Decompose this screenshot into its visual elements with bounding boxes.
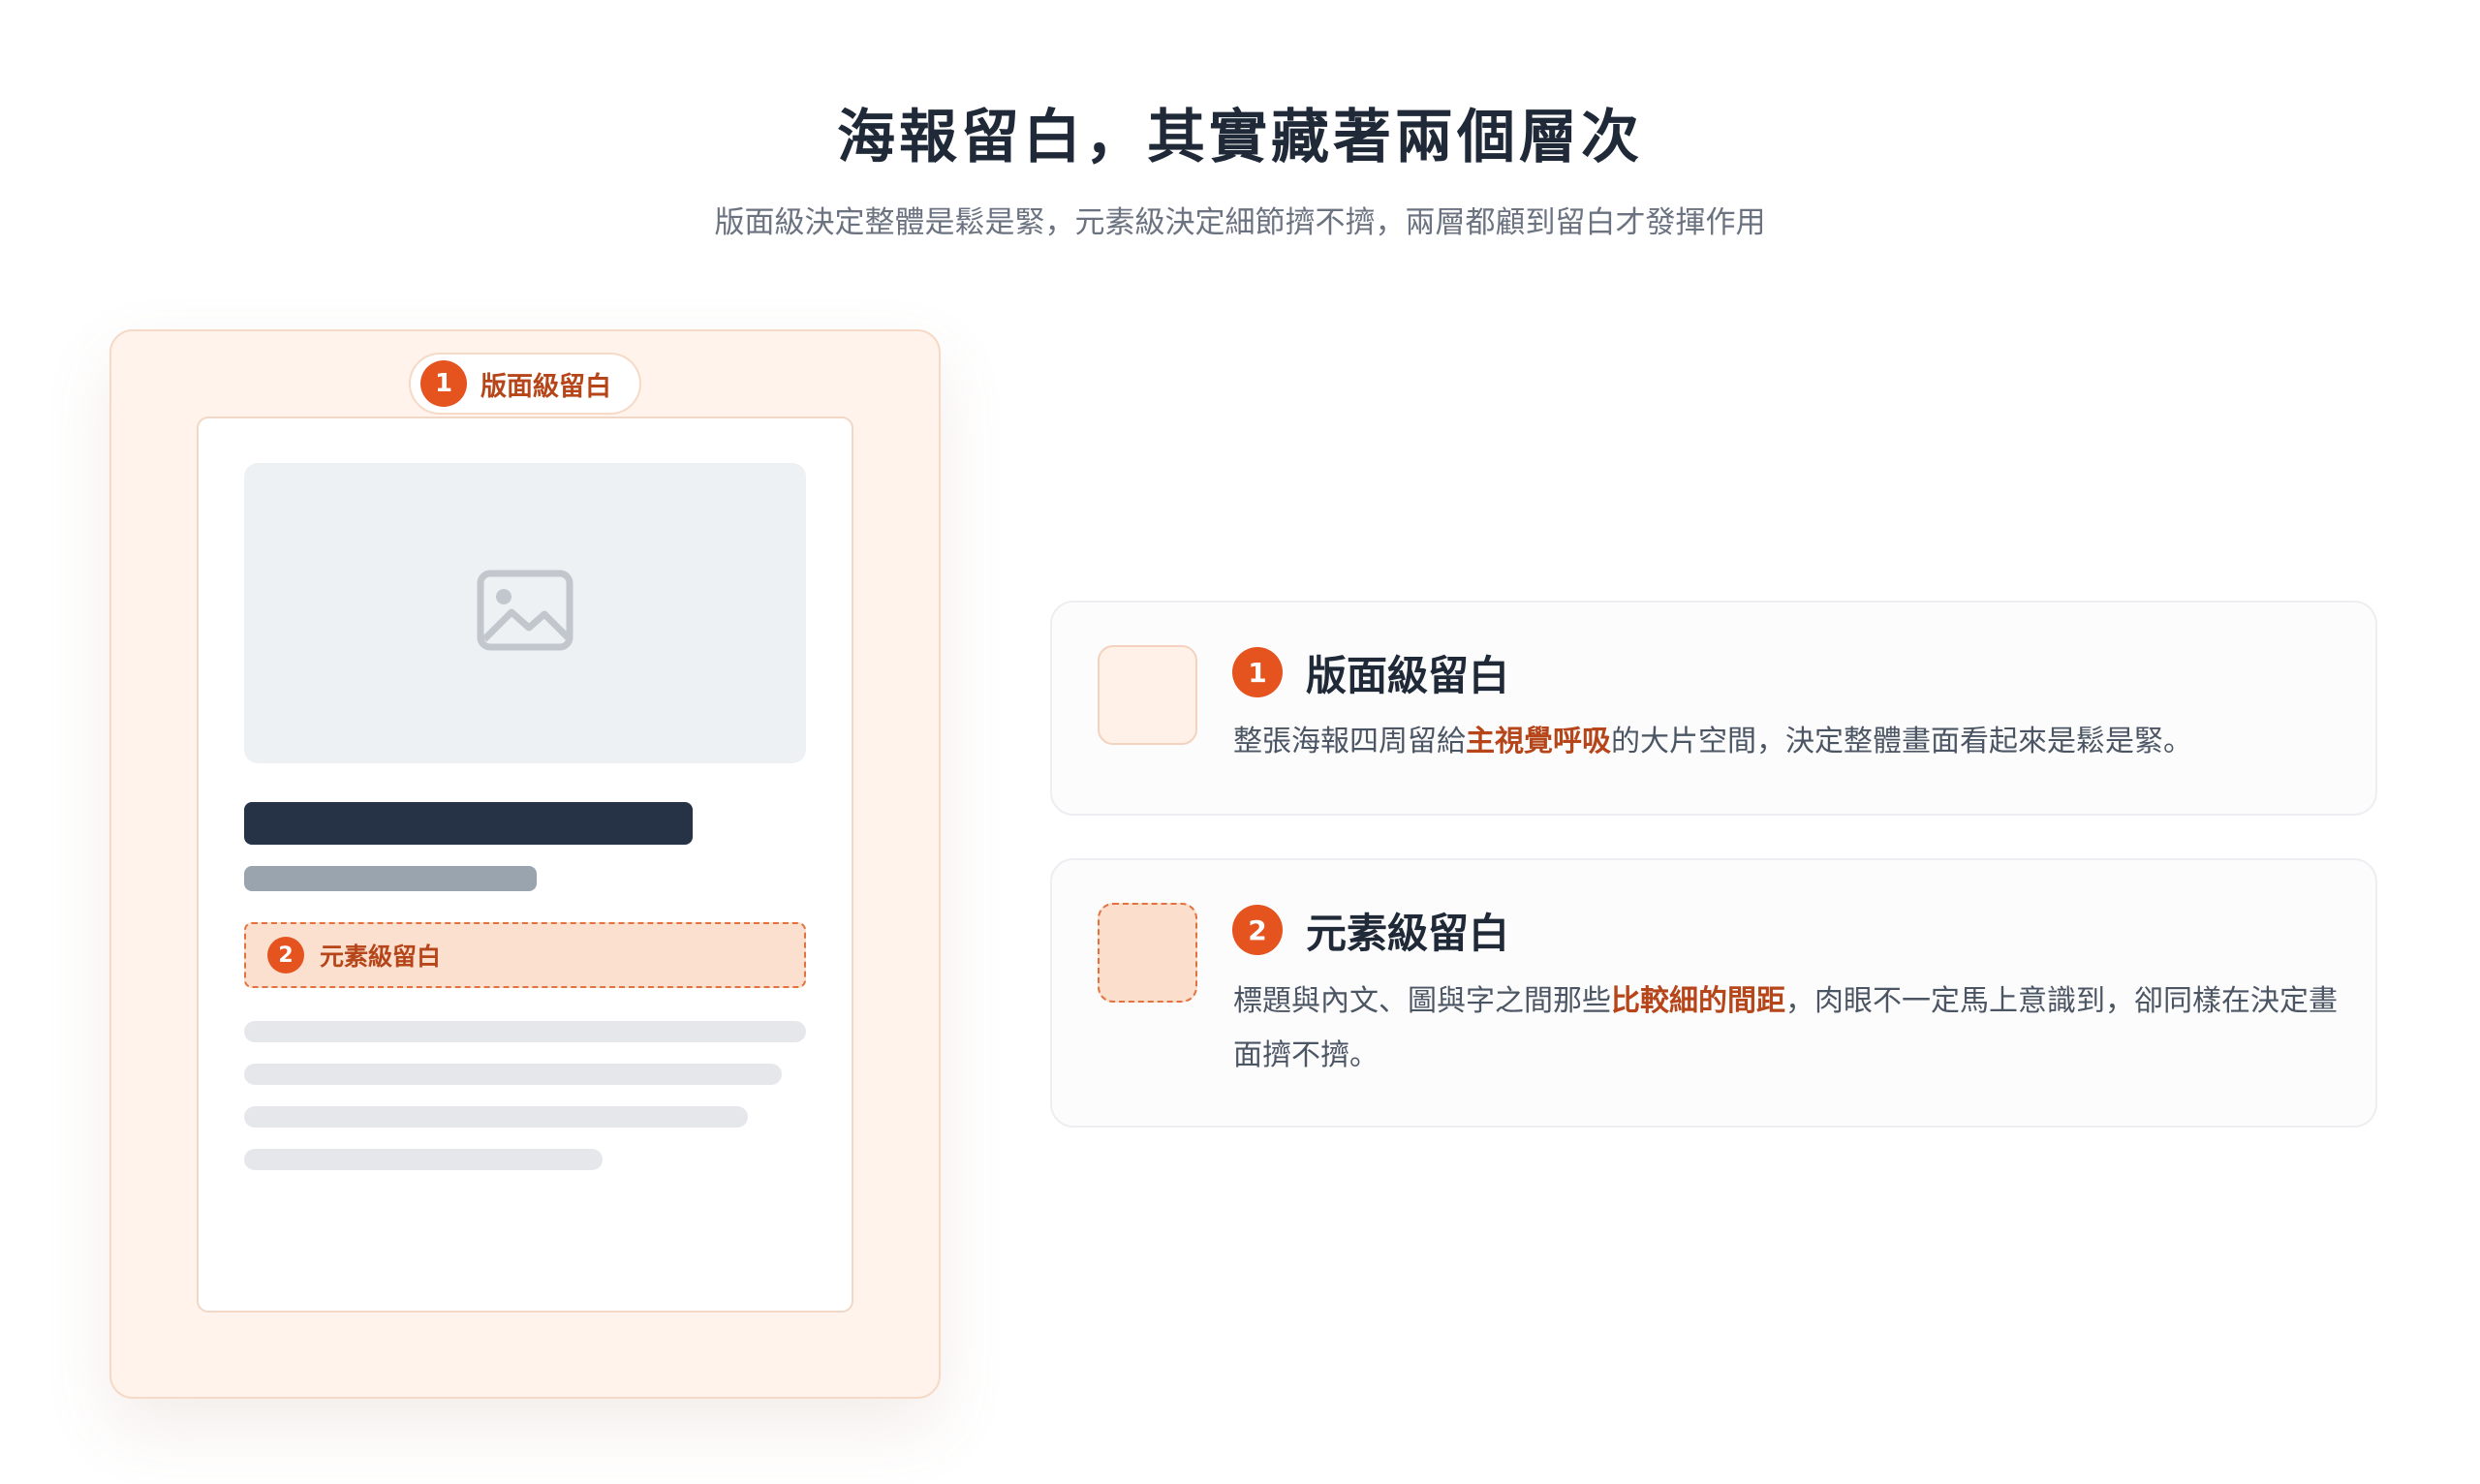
- element-level-tag-label: 元素級留白: [320, 943, 442, 971]
- page-level-swatch: [1098, 645, 1197, 745]
- text-line-placeholder: [244, 1149, 603, 1170]
- card-title: 元素級留白: [1306, 909, 1510, 957]
- page-level-tag-label: 版面級留白: [480, 371, 611, 402]
- desc-highlight: 比較細的間距: [1611, 984, 1785, 1018]
- number-badge: 2: [267, 937, 304, 974]
- explanation-card-page-level: [1050, 601, 2377, 816]
- desc-text: 的大片空間，決定整體畫面看起來是鬆是緊。: [1611, 725, 2192, 758]
- element-level-swatch: [1098, 903, 1197, 1003]
- page-level-tag: 1 版面級留白: [409, 353, 641, 415]
- number-badge: 1: [1232, 647, 1283, 697]
- number-badge: 2: [1232, 905, 1283, 955]
- text-line-placeholder: [244, 1064, 782, 1085]
- number-badge: 1: [420, 360, 467, 407]
- element-level-tag: 2 元素級留白: [244, 922, 806, 988]
- page-title: 海報留白，其實藏著兩個層次: [837, 104, 1643, 171]
- card-title: 版面級留白: [1306, 651, 1510, 699]
- image-icon: [477, 570, 574, 651]
- card-heading: 1 版面級留白: [1232, 645, 1509, 699]
- card-heading: 2 元素級留白: [1232, 903, 1509, 957]
- card-description: 整張海報四周留給主視覺呼吸的大片空間，決定整體畫面看起來是鬆是緊。: [1233, 715, 2347, 769]
- page-subtitle: 版面級決定整體是鬆是緊，元素級決定細節擠不擠，兩層都顧到留白才發揮作用: [714, 205, 1766, 240]
- title-bar-placeholder: [244, 802, 693, 845]
- desc-highlight: 主視覺呼吸: [1466, 725, 1611, 758]
- subtitle-bar-placeholder: [244, 866, 537, 891]
- image-placeholder: [244, 463, 806, 763]
- desc-text: 整張海報四周留給: [1233, 725, 1466, 758]
- desc-text: 標題與內文、圖與字之間那些: [1233, 984, 1611, 1018]
- text-line-placeholder: [244, 1106, 748, 1128]
- text-line-placeholder: [244, 1021, 806, 1042]
- card-description: 標題與內文、圖與字之間那些比較細的間距，肉眼不一定馬上意識到，卻同樣在決定畫面擠…: [1233, 974, 2347, 1083]
